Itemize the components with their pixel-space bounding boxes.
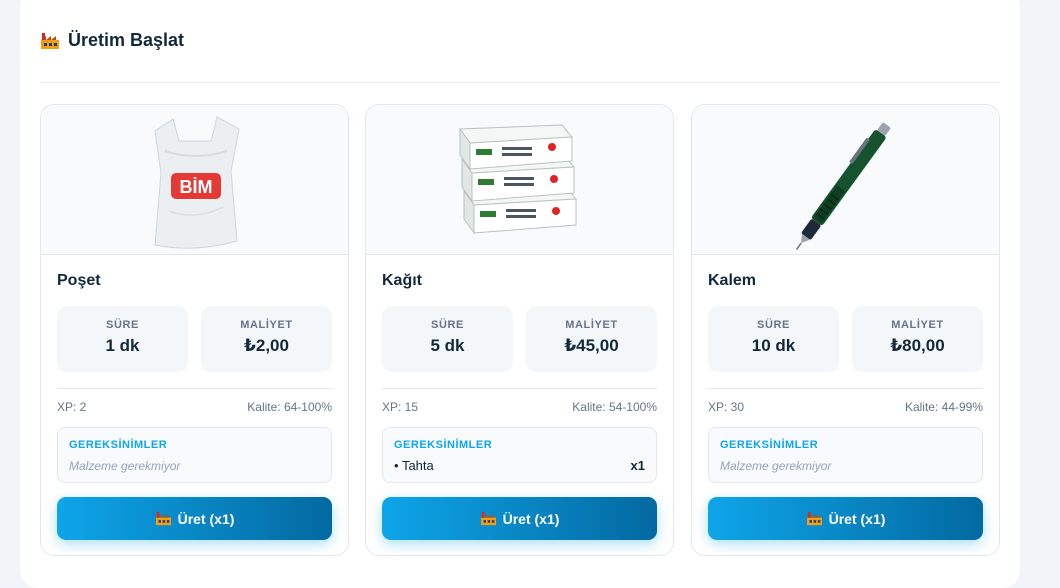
panel-header: Üretim Başlat: [40, 30, 184, 51]
duration-value: 5 dk: [430, 336, 465, 355]
duration-stat: SÜRE 5 dk: [382, 306, 513, 372]
produce-button-label: Üret (x1): [177, 510, 235, 527]
product-card-kalem: Kalem SÜRE 10 dk MALİYET ₺80,00 XP: 30 K…: [691, 104, 1000, 556]
requirements-box: GEREKSİNİMLER Malzeme gerekmiyor: [708, 427, 983, 483]
duration-stat: SÜRE 10 dk: [708, 306, 839, 372]
produce-button[interactable]: Üret (x1): [382, 497, 657, 540]
quality-text: Kalite: 44-99%: [904, 400, 983, 414]
xp-text: XP: 2: [57, 400, 87, 414]
cost-stat: MALİYET ₺80,00: [852, 306, 983, 372]
produce-button[interactable]: Üret (x1): [708, 497, 983, 540]
product-name: Poşet: [57, 272, 101, 289]
product-image-area: [692, 105, 999, 255]
cost-label: MALİYET: [891, 319, 944, 331]
card-divider: [57, 388, 332, 389]
requirements-empty: Malzeme gerekmiyor: [720, 459, 832, 473]
cost-value: ₺45,00: [564, 336, 619, 355]
requirement-qty: x1: [630, 458, 645, 473]
cost-label: MALİYET: [565, 319, 618, 331]
requirements-title: GEREKSİNİMLER: [720, 439, 819, 451]
cost-stat: MALİYET ₺45,00: [526, 306, 657, 372]
mechanical-pencil-image: [795, 122, 891, 251]
product-card-poset: BİM Poşet SÜRE 1 dk MALİYET ₺2,00 XP: 2 …: [40, 104, 349, 556]
xp-text: XP: 30: [708, 400, 745, 414]
product-image-area: BİM: [41, 105, 348, 255]
factory-icon: [480, 511, 496, 526]
factory-icon: [806, 511, 822, 526]
cost-value: ₺80,00: [890, 336, 945, 355]
card-divider: [708, 388, 983, 389]
factory-icon: [41, 32, 59, 49]
cost-value: ₺2,00: [244, 336, 289, 355]
product-name: Kağıt: [382, 272, 422, 289]
duration-value: 1 dk: [105, 336, 140, 355]
requirements-title: GEREKSİNİMLER: [394, 439, 493, 451]
product-name: Kalem: [708, 272, 757, 289]
produce-button-label: Üret (x1): [828, 510, 886, 527]
product-card-kagit: Kağıt SÜRE 5 dk MALİYET ₺45,00 XP: 15 Ka…: [365, 104, 674, 556]
duration-label: SÜRE: [431, 319, 464, 331]
requirement-name: Tahta: [401, 458, 434, 473]
bag-logo-text: BİM: [180, 177, 213, 197]
requirements-empty: Malzeme gerekmiyor: [69, 459, 181, 473]
requirements-title: GEREKSİNİMLER: [69, 439, 168, 451]
quality-text: Kalite: 64-100%: [247, 400, 332, 414]
produce-button[interactable]: Üret (x1): [57, 497, 332, 540]
requirements-box: GEREKSİNİMLER • Tahta x1: [382, 427, 657, 483]
duration-value: 10 dk: [751, 336, 796, 355]
requirement-item: • Tahta x1: [394, 458, 645, 473]
duration-label: SÜRE: [106, 319, 139, 331]
paper-packs-image: [459, 124, 578, 235]
duration-label: SÜRE: [757, 319, 790, 331]
produce-button-label: Üret (x1): [502, 510, 560, 527]
page-title: Üretim Başlat: [68, 30, 185, 50]
factory-icon: [155, 511, 171, 526]
xp-text: XP: 15: [382, 400, 419, 414]
product-image-area: [366, 105, 673, 255]
cost-stat: MALİYET ₺2,00: [201, 306, 332, 372]
requirement-name-wrap: • Tahta: [394, 458, 434, 473]
duration-stat: SÜRE 1 dk: [57, 306, 188, 372]
plastic-bag-image: BİM: [154, 116, 240, 249]
requirements-box: GEREKSİNİMLER Malzeme gerekmiyor: [57, 427, 332, 483]
cost-label: MALİYET: [240, 319, 293, 331]
quality-text: Kalite: 54-100%: [572, 400, 657, 414]
card-divider: [382, 388, 657, 389]
header-divider: [40, 82, 1000, 83]
